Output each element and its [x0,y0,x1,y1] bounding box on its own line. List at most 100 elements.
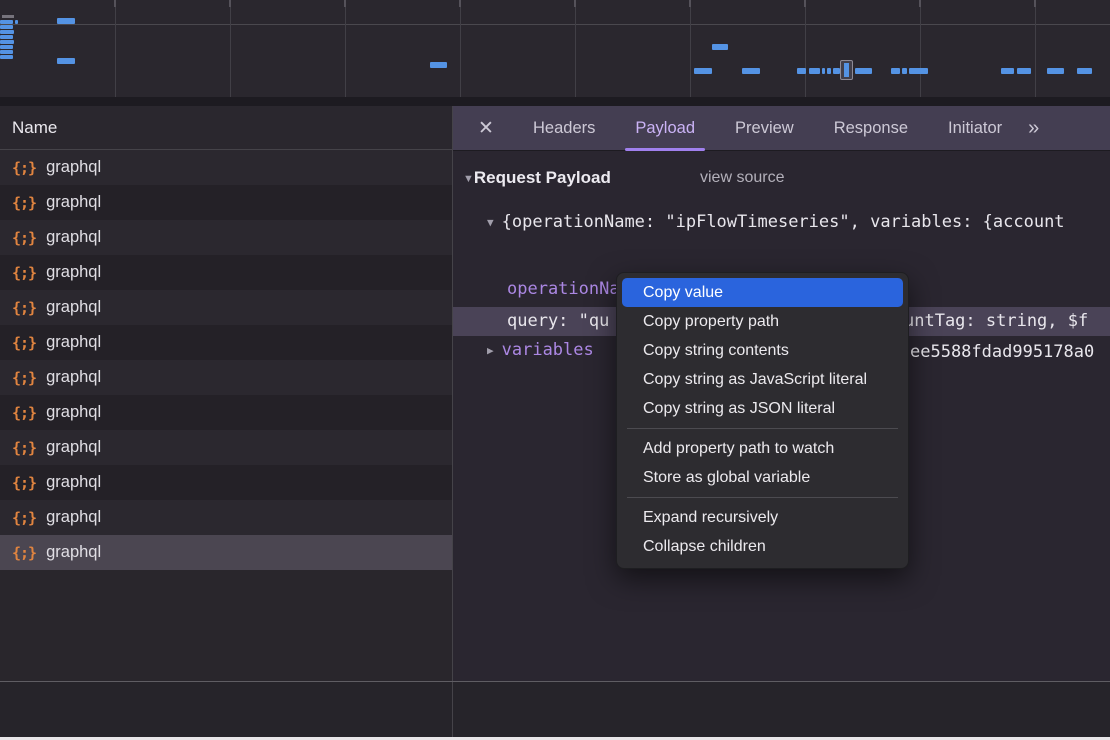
overview-tick [689,0,691,7]
waterfall-bar [909,68,928,74]
menu-divider [627,428,898,429]
request-name: graphql [46,508,101,527]
waterfall-bar [797,68,806,74]
overview-gridline [460,0,461,102]
menu-item-copy-string-contents[interactable]: Copy string contents [617,336,908,365]
overview-gridline [115,0,116,102]
waterfall-bar [0,35,13,39]
tab-response[interactable]: Response [830,106,912,151]
payload-preview-text: {operationName: "ipFlowTimeseries", vari… [502,212,1065,232]
section-collapse-icon[interactable]: ▼ [463,173,474,185]
menu-item-add-property-path-to-watch[interactable]: Add property path to watch [617,434,908,463]
json-request-icon: {;} [12,194,36,212]
section-title: Request Payload [474,168,611,187]
request-name: graphql [46,263,101,282]
json-request-icon: {;} [12,334,36,352]
more-tabs-icon[interactable]: » [1028,117,1037,140]
tab-preview[interactable]: Preview [731,106,798,151]
summary-footer [0,682,1110,737]
waterfall-bar [827,68,831,74]
overview-gray-bar [2,15,14,18]
waterfall-bar [712,44,728,50]
waterfall-bar [1077,68,1092,74]
overview-row-divider [0,24,1110,25]
waterfall-bar [694,68,712,74]
name-column-label: Name [12,118,57,138]
overview-tick [459,0,461,7]
request-row[interactable]: {;}graphql [0,325,452,360]
request-row[interactable]: {;}graphql [0,220,452,255]
waterfall-bar [15,20,18,24]
request-name: graphql [46,543,101,562]
waterfall-bar [0,45,13,49]
request-name: graphql [46,228,101,247]
waterfall-bar [742,68,760,74]
overview-gridline [230,0,231,102]
menu-item-copy-string-as-json-literal[interactable]: Copy string as JSON literal [617,394,908,423]
menu-item-collapse-children[interactable]: Collapse children [617,532,908,561]
waterfall-bar [822,68,825,74]
footer-divider [0,681,1110,682]
waterfall-bar [0,50,13,54]
overview-gridline [1035,0,1036,102]
request-name: graphql [46,438,101,457]
tab-headers[interactable]: Headers [529,106,599,151]
overview-tick [114,0,116,7]
waterfall-bar [891,68,900,74]
tab-initiator[interactable]: Initiator [944,106,1006,151]
chevron-down-icon[interactable]: ▼ [487,216,494,229]
view-source-link[interactable]: view source [700,169,784,187]
query-text-right: untTag: string, $f [904,311,1088,331]
waterfall-bar [1017,68,1031,74]
request-payload-section[interactable]: ▼Request Payload [463,168,611,188]
menu-item-expand-recursively[interactable]: Expand recursively [617,503,908,532]
request-row[interactable]: {;} graphql [0,535,452,570]
waterfall-bar [833,68,840,74]
detail-tabs: Headers Payload Preview Response Initiator [513,106,1022,151]
name-column-header[interactable]: Name [0,106,452,150]
waterfall-bar [1001,68,1014,74]
request-row[interactable]: {;}graphql [0,500,452,535]
chevron-right-icon[interactable]: ▶ [487,344,494,357]
menu-item-copy-property-path[interactable]: Copy property path [617,307,908,336]
menu-item-copy-value[interactable]: Copy value [622,278,903,307]
request-row[interactable]: {;}graphql [0,150,452,185]
json-request-icon: {;} [12,544,36,562]
payload-preview-row[interactable]: ▼ {operationName: "ipFlowTimeseries", var… [487,212,1065,232]
request-row[interactable]: {;}graphql [0,290,452,325]
request-row[interactable]: {;} graphql [0,395,452,430]
request-row[interactable]: {;} graphql [0,255,452,290]
overview-gridline [690,0,691,102]
json-request-icon: {;} [12,369,36,387]
variables-key: variables [502,340,594,360]
request-row[interactable]: {;} graphql [0,430,452,465]
overview-gridline [575,0,576,102]
json-request-icon: {;} [12,404,36,422]
request-name: graphql [46,158,101,177]
request-name: graphql [46,403,101,422]
request-row[interactable]: {;}graphql [0,185,452,220]
overview-tick [574,0,576,7]
close-icon[interactable]: ✕ [475,117,497,140]
tab-payload[interactable]: Payload [631,106,699,151]
waterfall-bar [0,30,14,34]
waterfall-bar [855,68,872,74]
json-request-icon: {;} [12,439,36,457]
request-row[interactable]: {;} graphql [0,360,452,395]
footer-column-divider [452,682,453,737]
menu-divider [627,497,898,498]
json-request-icon: {;} [12,264,36,282]
menu-item-copy-string-as-javascript-literal[interactable]: Copy string as JavaScript literal [617,365,908,394]
waterfall-bar [0,20,13,24]
menu-item-store-as-global-variable[interactable]: Store as global variable [617,463,908,492]
overview-gridline [345,0,346,102]
request-row[interactable]: {;}graphql [0,465,452,500]
overview-tick [344,0,346,7]
request-name: graphql [46,368,101,387]
overview-gridline [805,0,806,102]
context-menu: Copy valueCopy property pathCopy string … [616,272,909,569]
json-request-icon: {;} [12,474,36,492]
waterfall-bar [902,68,907,74]
network-overview[interactable] [0,0,1110,102]
variables-row[interactable]: ▶ variables [487,340,594,360]
